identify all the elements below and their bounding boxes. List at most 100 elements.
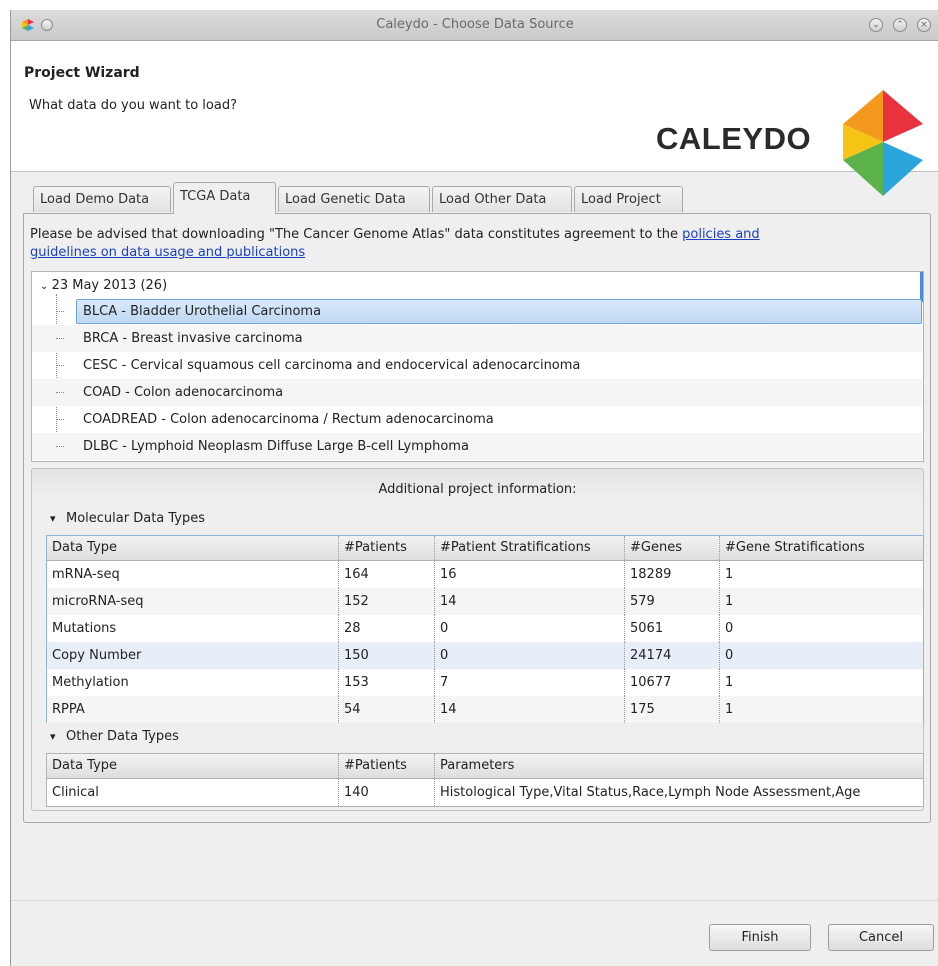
tree-item-label: CESC - Cervical squamous cell carcinoma … (83, 358, 581, 373)
finish-button[interactable]: Finish (709, 924, 811, 951)
tab-load-other-data[interactable]: Load Other Data (432, 186, 572, 212)
guidelines-link[interactable]: guidelines on data usage and publication… (30, 245, 305, 260)
molecular-section-header[interactable]: ▾ Molecular Data Types (50, 511, 205, 526)
cell-patients: 152 (338, 588, 434, 615)
minimize-icon[interactable]: ⌄ (869, 18, 883, 32)
tree-connector (56, 311, 64, 312)
table-row[interactable]: RPPA 54 14 175 1 (47, 696, 923, 723)
cell-patients: 54 (338, 696, 434, 723)
tab-tcga-data[interactable]: TCGA Data (173, 182, 276, 214)
cell-gene-strat: 1 (719, 669, 923, 696)
tree-root-label: 23 May 2013 (26) (51, 278, 168, 293)
column-header[interactable]: Parameters (434, 754, 923, 778)
other-heading: Other Data Types (66, 729, 179, 744)
policies-link[interactable]: policies and (682, 227, 760, 242)
tree-item[interactable]: CESC - Cervical squamous cell carcinoma … (32, 352, 922, 379)
table-row[interactable]: Clinical 140 Histological Type,Vital Sta… (47, 779, 923, 806)
cell-data-type: RPPA (52, 702, 85, 717)
tree-connector (56, 446, 64, 447)
table-header: Data Type #Patients #Patient Stratificat… (47, 536, 923, 561)
cell-gene-strat: 0 (719, 642, 923, 669)
cell-data-type: microRNA-seq (52, 594, 144, 609)
window-title: Caleydo - Choose Data Source (376, 17, 574, 32)
chevron-down-icon[interactable]: ⌄ (40, 281, 52, 292)
tree-item[interactable]: BLCA - Bladder Urothelial Carcinoma (32, 298, 922, 325)
cell-genes: 579 (624, 588, 719, 615)
cell-patients: 140 (338, 779, 434, 806)
cell-patient-strat: 14 (434, 696, 624, 723)
cell-patients: 150 (338, 642, 434, 669)
cell-genes: 18289 (624, 561, 719, 588)
tab-load-demo-data[interactable]: Load Demo Data (33, 186, 171, 212)
chevron-down-icon[interactable]: ▾ (50, 730, 62, 743)
other-section-header[interactable]: ▾ Other Data Types (50, 729, 179, 744)
molecular-heading: Molecular Data Types (66, 511, 206, 526)
table-row[interactable]: Methylation 153 7 10677 1 (47, 669, 923, 696)
tree-item-label: DLBC - Lymphoid Neoplasm Diffuse Large B… (83, 439, 469, 454)
wizard-header: Project Wizard What data do you want to … (11, 41, 938, 196)
cell-patients: 28 (338, 615, 434, 642)
other-data-table[interactable]: Data Type #Patients Parameters Clinical … (46, 753, 924, 807)
tree-item-label: COADREAD - Colon adenocarcinoma / Rectum… (83, 412, 494, 427)
table-row[interactable]: microRNA-seq 152 14 579 1 (47, 588, 923, 615)
cell-genes: 5061 (624, 615, 719, 642)
column-header[interactable]: #Patients (338, 754, 434, 778)
tree-item[interactable]: BRCA - Breast invasive carcinoma (32, 325, 922, 352)
column-header[interactable]: #Gene Stratifications (719, 536, 923, 560)
tree-item[interactable]: COAD - Colon adenocarcinoma (32, 379, 922, 406)
tree-item-label: COAD - Colon adenocarcinoma (83, 385, 284, 400)
column-header[interactable]: #Patients (338, 536, 434, 560)
cell-patient-strat: 14 (434, 588, 624, 615)
cell-gene-strat: 1 (719, 696, 923, 723)
column-header[interactable]: Data Type (47, 754, 338, 778)
tree-connector (56, 419, 64, 420)
tree-root-node[interactable]: ⌄ 23 May 2013 (26) (32, 275, 167, 297)
cell-data-type: mRNA-seq (52, 567, 120, 582)
wizard-subtitle: What data do you want to load? (29, 98, 237, 113)
column-header[interactable]: #Patient Stratifications (434, 536, 624, 560)
tree-item[interactable]: DLBC - Lymphoid Neoplasm Diffuse Large B… (32, 433, 922, 460)
cancel-button[interactable]: Cancel (828, 924, 934, 951)
caleydo-logo-icon (843, 90, 923, 196)
cell-patient-strat: 7 (434, 669, 624, 696)
molecular-data-table[interactable]: Data Type #Patients #Patient Stratificat… (46, 535, 924, 723)
cell-genes: 24174 (624, 642, 719, 669)
button-separator (11, 900, 938, 901)
cell-patient-strat: 0 (434, 615, 624, 642)
column-header[interactable]: #Genes (624, 536, 719, 560)
cell-gene-strat: 1 (719, 588, 923, 615)
cell-patients: 153 (338, 669, 434, 696)
tree-connector (56, 365, 64, 366)
table-header: Data Type #Patients Parameters (47, 754, 923, 779)
additional-info-group: Additional project information: ▾ Molecul… (31, 468, 924, 811)
tcga-advice-text: Please be advised that downloading "The … (30, 226, 910, 262)
tree-connector (56, 392, 64, 393)
cell-gene-strat: 0 (719, 615, 923, 642)
cell-data-type: Methylation (52, 675, 129, 690)
cell-data-type: Copy Number (52, 648, 142, 663)
cell-parameters: Histological Type,Vital Status,Race,Lymp… (434, 779, 923, 806)
title-bar[interactable]: Caleydo - Choose Data Source ⌄ ⌃ × (11, 10, 938, 41)
tab-load-project[interactable]: Load Project (574, 186, 683, 212)
cell-genes: 10677 (624, 669, 719, 696)
table-row[interactable]: mRNA-seq 164 16 18289 1 (47, 561, 923, 588)
cell-patient-strat: 16 (434, 561, 624, 588)
chevron-down-icon[interactable]: ▾ (50, 512, 62, 525)
table-row[interactable]: Mutations 28 0 5061 0 (47, 615, 923, 642)
tree-item-label: BRCA - Breast invasive carcinoma (83, 331, 303, 346)
wizard-title: Project Wizard (24, 65, 140, 81)
additional-info-title: Additional project information: (378, 482, 577, 497)
wizard-window: Caleydo - Choose Data Source ⌄ ⌃ × Proje… (10, 10, 938, 966)
dataset-tree[interactable]: ⌄ 23 May 2013 (26) BLCA - Bladder Urothe… (31, 271, 924, 462)
tree-item[interactable]: COADREAD - Colon adenocarcinoma / Rectum… (32, 406, 922, 433)
close-icon[interactable]: × (917, 18, 931, 32)
tree-connector (56, 338, 64, 339)
advice-text: Please be advised that downloading "The … (30, 227, 683, 242)
column-header[interactable]: Data Type (47, 536, 338, 560)
cell-data-type: Mutations (52, 621, 117, 636)
caleydo-logo-text: CALEYDO (656, 121, 812, 156)
cell-genes: 175 (624, 696, 719, 723)
table-row[interactable]: Copy Number 150 0 24174 0 (47, 642, 923, 669)
maximize-icon[interactable]: ⌃ (893, 18, 907, 32)
tab-load-genetic-data[interactable]: Load Genetic Data (278, 186, 430, 212)
